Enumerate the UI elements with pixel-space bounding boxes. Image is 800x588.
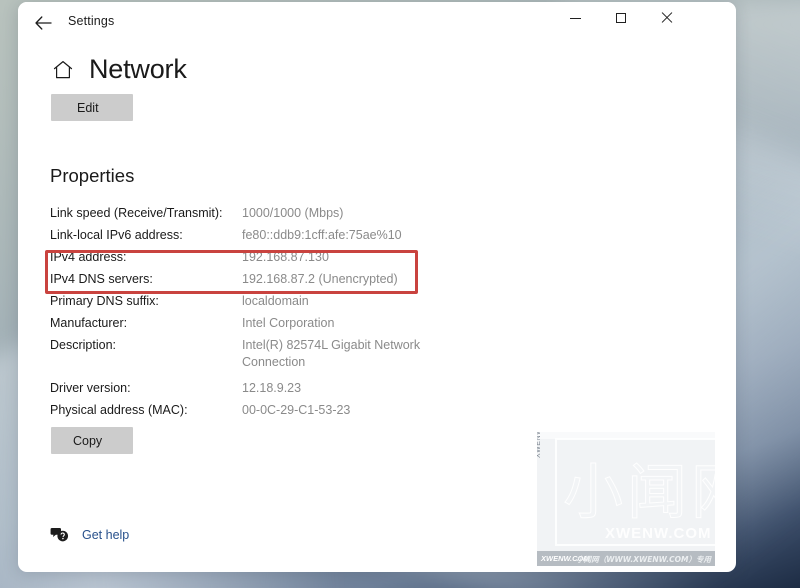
- property-row: Driver version: 12.18.9.23: [50, 380, 470, 397]
- property-label: IPv4 address:: [50, 250, 127, 264]
- property-row: Link speed (Receive/Transmit): 1000/1000…: [50, 205, 470, 222]
- maximize-button[interactable]: [598, 2, 644, 34]
- page-header: Network: [51, 56, 187, 83]
- property-value: Intel Corporation: [242, 316, 335, 330]
- property-value: 00-0C-29-C1-53-23: [242, 403, 351, 417]
- properties-heading: Properties: [50, 165, 135, 186]
- watermark-footer-bar: XWENW.COM 小闻网（WWW.XWENW.COM）专用: [537, 551, 715, 566]
- property-row: IPv4 DNS servers: 192.168.87.2 (Unencryp…: [50, 271, 470, 288]
- get-help-link[interactable]: Get help: [50, 525, 129, 544]
- desktop-background: Settings Network Edit Properties Link sp…: [0, 0, 800, 588]
- property-value: Intel(R) 82574L Gigabit Network Connecti…: [242, 338, 421, 369]
- property-label: Link speed (Receive/Transmit):: [50, 206, 223, 220]
- close-icon: [661, 12, 673, 24]
- home-icon: [53, 60, 73, 78]
- copy-button[interactable]: Copy: [51, 427, 133, 454]
- property-value: 192.168.87.2 (Unencrypted): [242, 272, 398, 286]
- arrow-left-icon: [34, 16, 52, 30]
- property-row: Description: Intel(R) 82574L Gigabit Net…: [50, 337, 470, 371]
- minimize-icon: [569, 17, 581, 19]
- app-title: Settings: [68, 14, 115, 28]
- watermark-vertical-text: XWENW.COM: [537, 432, 542, 458]
- property-label: Manufacturer:: [50, 316, 128, 330]
- back-button[interactable]: [25, 7, 61, 39]
- watermark-overlay: 小闻网 XWENW.COM XWENW.COM XWENW.COM 小闻网（WW…: [537, 432, 715, 566]
- property-row: Manufacturer: Intel Corporation: [50, 315, 470, 332]
- minimize-button[interactable]: [552, 2, 598, 34]
- property-value: localdomain: [242, 294, 309, 308]
- watermark-site-text: XWENW.COM: [605, 525, 712, 542]
- edit-button[interactable]: Edit: [51, 94, 133, 121]
- property-row: Primary DNS suffix: localdomain: [50, 293, 470, 310]
- property-value: 12.18.9.23: [242, 381, 302, 395]
- property-label: Physical address (MAC):: [50, 403, 188, 417]
- watermark-footer-right: 小闻网（WWW.XWENW.COM）专用: [576, 555, 711, 564]
- properties-list: Link speed (Receive/Transmit): 1000/1000…: [50, 205, 470, 424]
- maximize-icon: [616, 13, 626, 23]
- watermark-cjk-text: 小闻网: [563, 458, 716, 529]
- get-help-label: Get help: [82, 527, 130, 542]
- property-label: Link-local IPv6 address:: [50, 228, 183, 242]
- close-button[interactable]: [644, 2, 690, 34]
- property-value: 192.168.87.130: [242, 250, 329, 264]
- property-value: fe80::ddb9:1cff:afe:75ae%10: [242, 228, 402, 242]
- property-row: IPv4 address: 192.168.87.130: [50, 249, 470, 266]
- property-label: Primary DNS suffix:: [50, 294, 159, 308]
- property-label: IPv4 DNS servers:: [50, 272, 153, 286]
- title-bar: Settings: [18, 2, 736, 44]
- help-chat-icon: [50, 528, 69, 542]
- property-label: Description:: [50, 338, 116, 352]
- property-label: Driver version:: [50, 381, 131, 395]
- property-row: Physical address (MAC): 00-0C-29-C1-53-2…: [50, 402, 470, 419]
- page-title: Network: [89, 54, 187, 84]
- property-row: Link-local IPv6 address: fe80::ddb9:1cff…: [50, 227, 470, 244]
- property-value: 1000/1000 (Mbps): [242, 206, 344, 220]
